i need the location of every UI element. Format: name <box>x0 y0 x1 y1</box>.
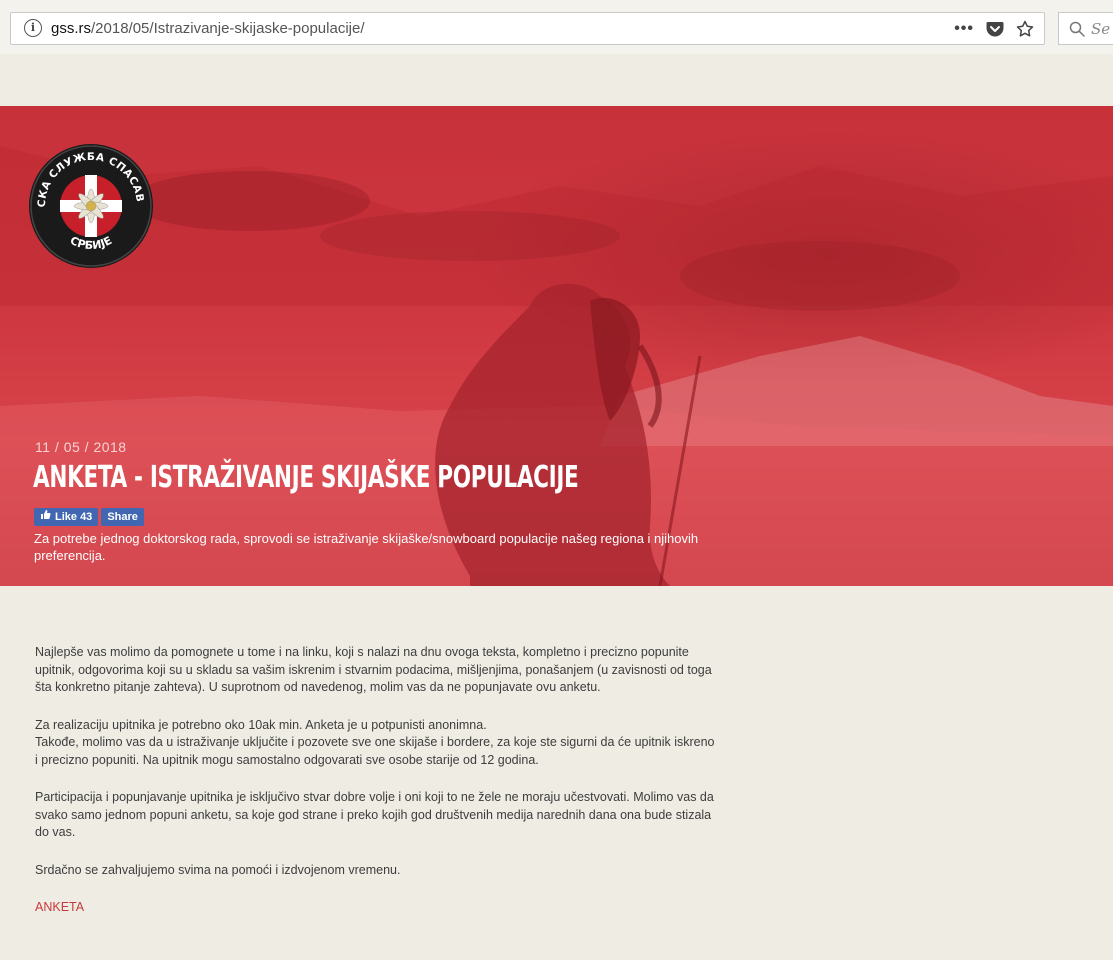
url-actions: ••• <box>954 17 1034 41</box>
url-domain: gss.rs <box>51 20 92 37</box>
facebook-share-button[interactable]: Share <box>101 508 144 526</box>
survey-link[interactable]: ANKETA <box>35 900 84 914</box>
url-text[interactable]: gss.rs/2018/05/Istrazivanje-skijaske-pop… <box>51 20 365 37</box>
url-path: /2018/05/Istrazivanje-skijaske-populacij… <box>91 20 365 37</box>
article-body: Najlepše vas molimo da pomognete u tome … <box>35 644 715 927</box>
article-paragraph: Srdačno se zahvaljujemo svima na pomoći … <box>35 862 401 877</box>
article-paragraph: Najlepše vas molimo da pomognete u tome … <box>35 645 712 694</box>
article-paragraph: Za realizaciju upitnika je potrebno oko … <box>35 717 487 732</box>
browser-toolbar: i gss.rs/2018/05/Istrazivanje-skijaske-p… <box>0 0 1113 54</box>
bookmark-star-icon[interactable] <box>1016 20 1034 38</box>
page-actions-more-icon[interactable]: ••• <box>954 20 974 38</box>
post-date: 11 / 05 / 2018 <box>35 439 127 455</box>
search-box[interactable]: Se <box>1058 12 1113 45</box>
facebook-like-button[interactable]: Like 43 <box>34 508 99 526</box>
facebook-buttons: Like 43 Share <box>34 508 144 526</box>
info-icon[interactable]: i <box>24 19 42 37</box>
article-paragraph: Participacija i popunjavanje upitnika je… <box>35 790 714 839</box>
like-label: Like 43 <box>55 511 93 523</box>
search-icon <box>1069 21 1085 37</box>
search-placeholder: Se <box>1091 20 1111 38</box>
hero-banner: ГОРСКА СЛУЖБА СПАСАВАЊА СРБИЈЕ 11 / 05 /… <box>0 106 1113 586</box>
address-bar[interactable]: i gss.rs/2018/05/Istrazivanje-skijaske-p… <box>10 12 1045 45</box>
gss-logo[interactable]: ГОРСКА СЛУЖБА СПАСАВАЊА СРБИЈЕ <box>21 133 155 270</box>
page-title: ANKETA - ISTRAŽIVANJE SKIJAŠKE POPULACIJ… <box>33 460 579 495</box>
thumbs-up-icon <box>40 508 51 526</box>
pocket-icon[interactable] <box>986 21 1004 37</box>
hero-background-image <box>0 146 1113 586</box>
article-paragraph: Takođe, molimo vas da u istraživanje ukl… <box>35 735 715 767</box>
post-excerpt: Za potrebe jednog doktorskog rada, sprov… <box>34 531 699 563</box>
